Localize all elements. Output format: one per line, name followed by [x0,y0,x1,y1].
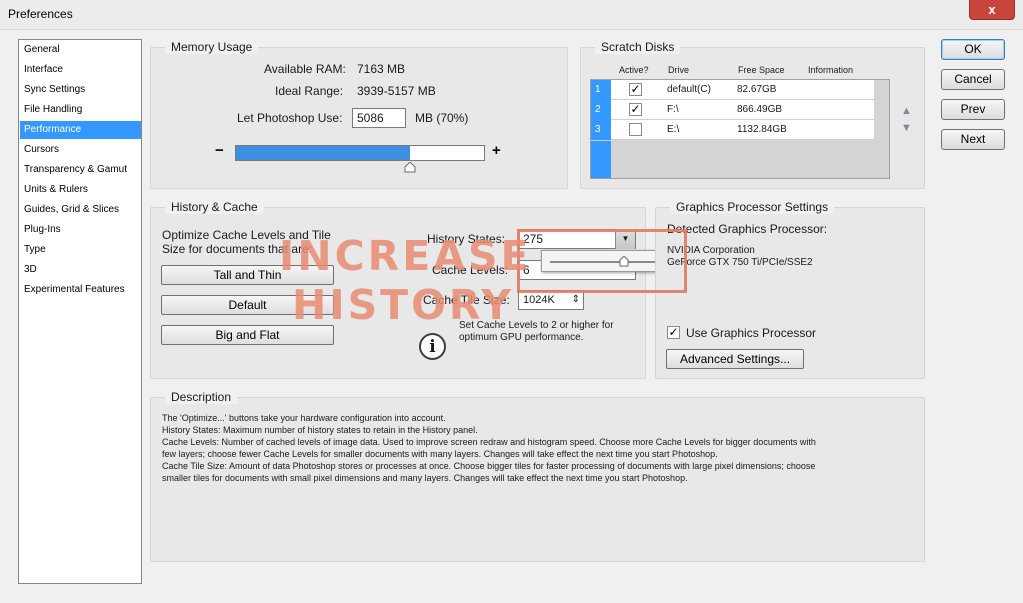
ok-button[interactable]: OK [941,39,1005,60]
move-up-icon[interactable]: ▲ [901,105,912,117]
cancel-button[interactable]: Cancel [941,69,1005,90]
sidebar-item-general[interactable]: General [20,41,141,59]
sidebar-item-guides-grid-slices[interactable]: Guides, Grid & Slices [20,201,141,219]
description-line: The 'Optimize...' buttons take your hard… [162,413,446,423]
description-line: History States: Maximum number of histor… [162,425,478,435]
index-column-fill [591,141,611,178]
header-information: Information [808,65,854,75]
sidebar-item-plug-ins[interactable]: Plug-Ins [20,221,141,239]
minus-icon[interactable]: − [215,142,224,159]
spinner-icon: ⇕ [571,294,580,305]
table-row[interactable]: 3 E:\ 1132.84GB [591,120,874,140]
use-gpu-checkbox[interactable]: ✓ [667,326,680,339]
row-index: 3 [591,120,611,140]
sidebar-item-performance[interactable]: Performance [20,121,141,139]
sidebar-item-cursors[interactable]: Cursors [20,141,141,159]
highlight-box [517,229,687,293]
free-space-cell: 866.49GB [737,104,783,115]
active-checkbox[interactable]: ✓ [629,103,642,116]
photoshop-use-input[interactable]: 5086 [352,108,406,128]
move-down-icon[interactable]: ▼ [901,122,912,134]
sidebar-item-units-rulers[interactable]: Units & Rulers [20,181,141,199]
plus-icon[interactable]: + [492,142,501,159]
drive-cell: default(C) [667,84,711,95]
active-checkbox[interactable] [629,123,642,136]
memory-slider[interactable] [235,145,485,161]
memory-usage-title: Memory Usage [165,40,259,54]
sidebar-item-file-handling[interactable]: File Handling [20,101,141,119]
drive-cell: E:\ [667,124,680,135]
sidebar-item-transparency-gamut[interactable]: Transparency & Gamut [20,161,141,179]
history-cache-title: History & Cache [165,200,264,214]
ideal-range-label: Ideal Range: [275,84,344,98]
photoshop-use-unit: MB (70%) [415,111,469,125]
close-button[interactable]: x [969,0,1015,20]
sidebar-item-interface[interactable]: Interface [20,61,141,79]
memory-slider-thumb-icon[interactable] [404,162,416,173]
description-line: few layers; choose fewer Cache Levels fo… [162,449,718,459]
description-text: The 'Optimize...' buttons take your hard… [162,412,912,484]
free-space-cell: 1132.84GB [737,124,787,135]
memory-slider-fill [236,146,410,160]
overlay-text-increase: INCREASE [279,232,532,280]
header-active: Active? [619,65,649,75]
advanced-settings-button[interactable]: Advanced Settings... [666,349,804,369]
prev-button[interactable]: Prev [941,99,1005,120]
sidebar-item-3d[interactable]: 3D [20,261,141,279]
sidebar-item-type[interactable]: Type [20,241,141,259]
cache-tile-size-select[interactable]: 1024K ⇕ [518,290,584,310]
description-line: Cache Levels: Number of cached levels of… [162,437,816,447]
overlay-text-history: HISTORY [292,281,514,329]
scratch-disks-table: 1 ✓ default(C) 82.67GB 2 ✓ F:\ 866.49GB … [590,79,890,179]
active-checkbox[interactable]: ✓ [629,83,642,96]
use-gpu-label: Use Graphics Processor [686,326,817,340]
free-space-cell: 82.67GB [737,84,777,95]
cache-tile-size-value: 1024K [523,294,555,306]
header-free-space: Free Space [738,65,785,75]
sidebar-item-sync-settings[interactable]: Sync Settings [20,81,141,99]
title-bar: Preferences x [0,0,1023,30]
gpu-hint-line2: optimum GPU performance. [459,332,584,343]
description-line: smaller tiles for documents with small p… [162,473,688,483]
table-row[interactable]: 1 ✓ default(C) 82.67GB [591,80,874,100]
photoshop-use-label: Let Photoshop Use: [237,111,343,125]
ideal-range-value: 3939-5157 MB [357,84,436,98]
info-icon: i [419,333,446,360]
next-button[interactable]: Next [941,129,1005,150]
preferences-sidebar: General Interface Sync Settings File Han… [18,39,142,584]
sidebar-item-experimental-features[interactable]: Experimental Features [20,281,141,299]
gpu-model: GeForce GTX 750 Ti/PCIe/SSE2 [667,257,813,268]
available-ram-label: Available RAM: [264,62,346,76]
detected-gpu-label: Detected Graphics Processor: [667,222,828,236]
graphics-processor-title: Graphics Processor Settings [670,200,835,214]
window-title: Preferences [8,7,73,21]
header-drive: Drive [668,65,690,75]
table-row[interactable]: 2 ✓ F:\ 866.49GB [591,100,874,120]
row-index: 1 [591,80,611,100]
scratch-disks-title: Scratch Disks [595,40,681,54]
row-index: 2 [591,100,611,120]
description-title: Description [165,390,238,404]
drive-cell: F:\ [667,104,679,115]
description-line: Cache Tile Size: Amount of data Photosho… [162,461,816,471]
available-ram-value: 7163 MB [357,62,406,76]
